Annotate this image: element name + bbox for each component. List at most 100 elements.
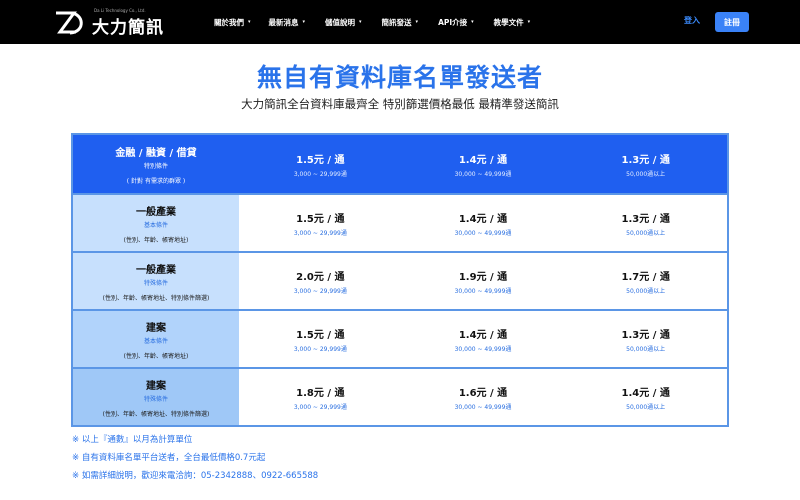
price-value: 1.3元 / 通 bbox=[621, 213, 670, 225]
menu-item-docs[interactable]: 教學文件 ▾ bbox=[494, 17, 531, 28]
price-range: 30,000 ~ 49,999通 bbox=[454, 403, 512, 411]
pricing-row-finance: 金融 / 融資 / 借貸 特別條件 ( 針對 有需求的群眾 ) 1.5元 / 通… bbox=[73, 135, 727, 193]
logo-mark-icon bbox=[56, 11, 83, 35]
pricing-row-construction-basic: 建案 基本條件 (性別、年齡、帳寄地址) 1.5元 / 通 3,000 ~ 29… bbox=[73, 309, 727, 367]
main-menu: 關於我們 ▾ 最新消息 ▾ 儲值說明 ▾ 簡訊發送 ▾ API介接 ▾ 教學文件… bbox=[214, 0, 530, 44]
price-cell-tier-1: 1.5元 / 通 3,000 ~ 29,999通 bbox=[239, 135, 402, 193]
chevron-down-icon: ▾ bbox=[359, 19, 362, 25]
menu-item-label: 儲值說明 bbox=[325, 17, 356, 27]
footnote-lowest-price: ※ 自有資料庫名單平台送者，全台最低價格0.7元起 bbox=[72, 453, 266, 463]
footnote-contact: ※ 如需詳細說明，歡迎來電洽詢：05-2342888、0922-665588 bbox=[72, 471, 319, 481]
price-cell-tier-3: 1.4元 / 通 50,000通以上 bbox=[564, 369, 727, 425]
category-cell: 建案 特殊條件 (性別、年齡、帳寄地址、特別條件篩選) bbox=[73, 369, 239, 425]
category-name: 建案 bbox=[146, 380, 166, 392]
price-value: 1.4元 / 通 bbox=[458, 213, 508, 225]
menu-item-topup[interactable]: 儲值說明 ▾ bbox=[325, 17, 362, 28]
pricing-row-general-special: 一般產業 特殊條件 (性別、年齡、帳寄地址、特別條件篩選) 2.0元 / 通 3… bbox=[73, 251, 727, 309]
price-cell-tier-1: 1.5元 / 通 3,000 ~ 29,999通 bbox=[239, 311, 402, 367]
price-cell-tier-2: 1.4元 / 通 30,000 ~ 49,999通 bbox=[402, 135, 565, 193]
category-type: 特別條件 bbox=[143, 162, 168, 170]
pricing-row-construction-special: 建案 特殊條件 (性別、年齡、帳寄地址、特別條件篩選) 1.8元 / 通 3,0… bbox=[73, 367, 727, 425]
category-cell: 建案 基本條件 (性別、年齡、帳寄地址) bbox=[73, 311, 239, 367]
price-value: 1.5元 / 通 bbox=[296, 329, 345, 341]
pricing-row-general-basic: 一般產業 基本條件 (性別、年齡、帳寄地址) 1.5元 / 通 3,000 ~ … bbox=[73, 193, 727, 251]
menu-item-label: 最新消息 bbox=[268, 17, 299, 27]
footnotes: ※ 以上『通數』以月為計算單位 ※ 自有資料庫名單平台送者，全台最低價格0.7元… bbox=[72, 434, 318, 488]
price-range: 30,000 ~ 49,999通 bbox=[454, 345, 512, 353]
top-navbar: Da Li Technology Co., Ltd. 大力簡訊 關於我們 ▾ 最… bbox=[0, 0, 800, 44]
logo[interactable]: Da Li Technology Co., Ltd. 大力簡訊 bbox=[54, 8, 164, 38]
price-cell-tier-2: 1.4元 / 通 30,000 ~ 49,999通 bbox=[402, 311, 565, 367]
price-value: 1.6元 / 通 bbox=[458, 387, 508, 399]
price-value: 1.7元 / 通 bbox=[621, 271, 670, 283]
category-name: 建案 bbox=[146, 322, 166, 334]
category-note: ( 針對 有需求的群眾 ) bbox=[126, 177, 186, 185]
price-cell-tier-1: 1.8元 / 通 3,000 ~ 29,999通 bbox=[239, 369, 402, 425]
price-range: 3,000 ~ 29,999通 bbox=[293, 287, 347, 295]
category-cell: 金融 / 融資 / 借貸 特別條件 ( 針對 有需求的群眾 ) bbox=[73, 135, 239, 193]
category-type: 特殊條件 bbox=[143, 279, 168, 287]
chevron-down-icon: ▾ bbox=[248, 19, 251, 25]
page-subtitle: 大力簡訊全台資料庫最齊全 特別篩選價格最低 最精準發送簡訊 bbox=[241, 97, 559, 111]
price-cell-tier-1: 1.5元 / 通 3,000 ~ 29,999通 bbox=[239, 195, 402, 251]
price-value: 1.5元 / 通 bbox=[296, 154, 345, 166]
menu-item-api[interactable]: API介接 ▾ bbox=[438, 17, 474, 28]
price-range: 3,000 ~ 29,999通 bbox=[293, 403, 347, 411]
menu-item-label: 關於我們 bbox=[214, 17, 244, 27]
price-range: 50,000通以上 bbox=[626, 287, 666, 295]
category-note: (性別、年齡、帳寄地址) bbox=[123, 352, 189, 360]
price-value: 1.5元 / 通 bbox=[296, 213, 345, 225]
category-note: (性別、年齡、帳寄地址、特別條件篩選) bbox=[102, 410, 210, 418]
price-cell-tier-3: 1.3元 / 通 50,000通以上 bbox=[564, 195, 727, 251]
menu-item-news[interactable]: 最新消息 ▾ bbox=[269, 17, 306, 28]
price-range: 3,000 ~ 29,999通 bbox=[293, 229, 347, 237]
price-cell-tier-3: 1.3元 / 通 50,000通以上 bbox=[564, 311, 727, 367]
price-value: 1.4元 / 通 bbox=[458, 154, 508, 166]
category-type: 基本條件 bbox=[143, 221, 168, 229]
pricing-table: 金融 / 融資 / 借貸 特別條件 ( 針對 有需求的群眾 ) 1.5元 / 通… bbox=[71, 133, 729, 427]
price-range: 30,000 ~ 49,999通 bbox=[454, 229, 512, 237]
chevron-down-icon: ▾ bbox=[527, 19, 531, 25]
price-cell-tier-3: 1.7元 / 通 50,000通以上 bbox=[564, 253, 727, 309]
category-note: (性別、年齡、帳寄地址) bbox=[123, 236, 189, 244]
price-range: 50,000通以上 bbox=[626, 345, 666, 353]
menu-item-label: API介接 bbox=[438, 17, 468, 27]
category-note: (性別、年齡、帳寄地址、特別條件篩選) bbox=[102, 294, 210, 302]
price-value: 1.4元 / 通 bbox=[458, 329, 508, 341]
price-cell-tier-1: 2.0元 / 通 3,000 ~ 29,999通 bbox=[239, 253, 402, 309]
category-cell: 一般產業 基本條件 (性別、年齡、帳寄地址) bbox=[73, 195, 239, 251]
menu-item-sms-send[interactable]: 簡訊發送 ▾ bbox=[382, 17, 419, 28]
price-value: 1.3元 / 通 bbox=[621, 154, 670, 166]
price-value: 1.8元 / 通 bbox=[296, 387, 345, 399]
price-value: 1.3元 / 通 bbox=[621, 329, 670, 341]
price-range: 3,000 ~ 29,999通 bbox=[293, 345, 347, 353]
menu-item-about[interactable]: 關於我們 ▾ bbox=[214, 17, 251, 28]
price-value: 2.0元 / 通 bbox=[296, 271, 345, 283]
menu-item-label: 教學文件 bbox=[493, 17, 524, 27]
category-cell: 一般產業 特殊條件 (性別、年齡、帳寄地址、特別條件篩選) bbox=[73, 253, 239, 309]
login-link[interactable]: 登入 bbox=[684, 15, 700, 26]
price-range: 50,000通以上 bbox=[626, 229, 666, 237]
category-name: 一般產業 bbox=[136, 264, 176, 276]
category-type: 特殊條件 bbox=[143, 395, 168, 403]
logo-text: 大力簡訊 bbox=[92, 17, 164, 38]
price-cell-tier-2: 1.4元 / 通 30,000 ~ 49,999通 bbox=[402, 195, 565, 251]
price-value: 1.9元 / 通 bbox=[458, 271, 508, 283]
price-range: 30,000 ~ 49,999通 bbox=[454, 287, 512, 295]
price-cell-tier-3: 1.3元 / 通 50,000通以上 bbox=[564, 135, 727, 193]
footnote-billing-unit: ※ 以上『通數』以月為計算單位 bbox=[72, 435, 193, 445]
chevron-down-icon: ▾ bbox=[471, 19, 474, 25]
chevron-down-icon: ▾ bbox=[302, 19, 306, 25]
price-range: 30,000 ~ 49,999通 bbox=[454, 170, 512, 178]
chevron-down-icon: ▾ bbox=[415, 19, 419, 25]
price-range: 50,000通以上 bbox=[626, 170, 666, 178]
price-cell-tier-2: 1.6元 / 通 30,000 ~ 49,999通 bbox=[402, 369, 565, 425]
price-value: 1.4元 / 通 bbox=[621, 387, 670, 399]
category-type: 基本條件 bbox=[143, 337, 168, 345]
price-range: 50,000通以上 bbox=[626, 403, 666, 411]
price-range: 3,000 ~ 29,999通 bbox=[293, 170, 347, 178]
category-name: 一般產業 bbox=[136, 206, 176, 218]
menu-item-label: 簡訊發送 bbox=[381, 17, 412, 27]
register-button[interactable]: 註冊 bbox=[715, 12, 749, 32]
page-title: 無自有資料庫名單發送者 bbox=[256, 63, 543, 92]
